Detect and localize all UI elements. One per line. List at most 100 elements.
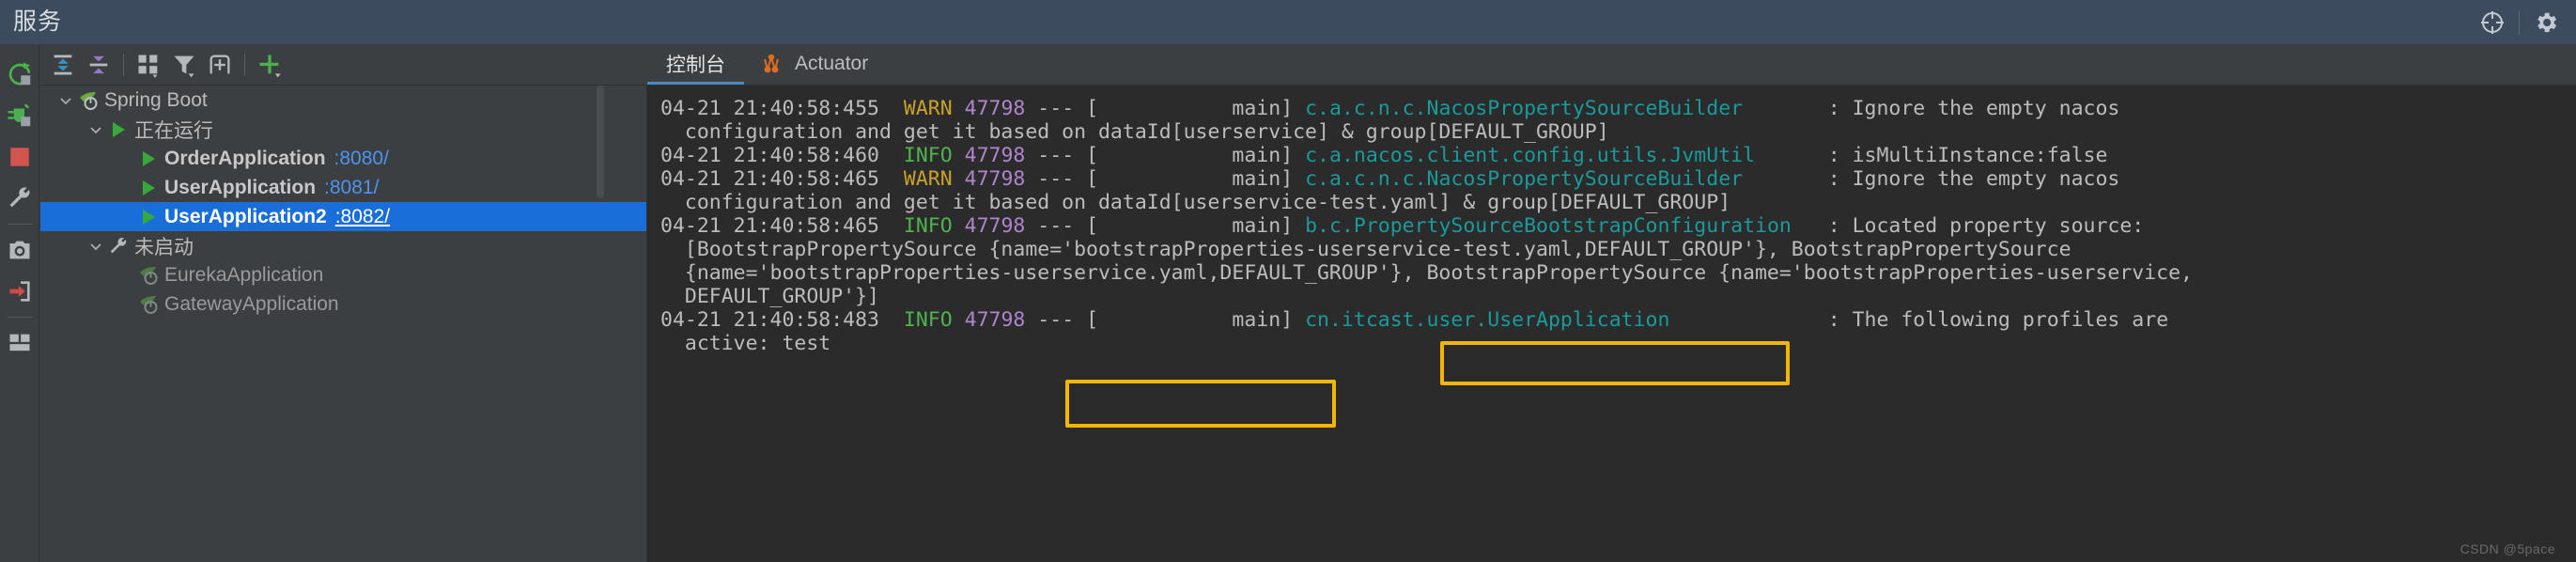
tree-node[interactable]: 未启动 [40, 231, 646, 260]
spring-boot-icon [76, 90, 101, 111]
console-panel: 控制台 Actuator 04-21 21:40:58:455 WARN 4779… [647, 44, 2576, 562]
log-line: 04-21 21:40:58:483 INFO 47798 --- [ main… [660, 308, 2576, 332]
gear-icon[interactable] [2525, 2, 2567, 43]
titlebar-divider [2519, 9, 2520, 35]
rail-divider-1 [7, 224, 32, 225]
log-logger: c.a.c.n.c.NacosPropertySourceBuilder [1305, 97, 1828, 120]
spring-boot-dim-icon [136, 265, 161, 286]
tab-label: 控制台 [666, 55, 725, 76]
log-message: : isMultiInstance:false [1827, 144, 2108, 167]
log-logger: c.a.c.n.c.NacosPropertySourceBuilder [1305, 167, 1828, 191]
rerun-debug-icon[interactable] [1, 95, 39, 136]
rerun-icon[interactable] [1, 54, 39, 95]
tree-node-label: Spring Boot [104, 88, 208, 111]
log-line: {name='bootstrapProperties-userservice.y… [660, 261, 2576, 285]
log-pid: 47798 [964, 144, 1026, 167]
console-scrollbar[interactable] [2565, 86, 2576, 562]
tree-node-label: UserApplication [164, 176, 317, 198]
run-actions-rail [0, 44, 39, 562]
wrench-settings-icon[interactable] [1, 178, 39, 219]
services-tool-window: 服务 Spring Boot 正在运行 OrderApplication:80… [0, 0, 2576, 562]
tree-node[interactable]: GatewayApplication [40, 289, 646, 319]
watermark: CSDN @5pace [2460, 541, 2555, 556]
log-continuation: configuration and get it based on dataId… [660, 120, 1609, 144]
log-timestamp: 04-21 21:40:58:455 [660, 97, 879, 120]
actuator-icon [763, 53, 785, 75]
collapse-all-icon[interactable] [81, 47, 116, 83]
tree-scrollbar[interactable] [597, 86, 604, 198]
log-timestamp: 04-21 21:40:58:465 [660, 214, 879, 238]
log-pid: 47798 [964, 308, 1026, 332]
attach-debugger-icon[interactable] [1, 271, 39, 312]
add-icon[interactable] [252, 47, 287, 83]
services-tree[interactable]: Spring Boot 正在运行 OrderApplication:8080/Use… [40, 86, 647, 562]
title-bar: 服务 [0, 0, 2576, 44]
tree-node-port-link[interactable]: :8081/ [324, 177, 379, 199]
chevron-down-icon[interactable] [85, 119, 106, 140]
spring-boot-dim-icon [136, 294, 161, 315]
log-continuation: configuration and get it based on dataId… [660, 191, 1731, 214]
camera-snapshot-icon[interactable] [1, 229, 39, 271]
log-message: : Ignore the empty nacos [1827, 167, 2120, 191]
log-line: DEFAULT_GROUP'}] [660, 285, 2576, 308]
log-space [879, 144, 904, 167]
tree-node[interactable]: UserApplication :8081/ [40, 173, 646, 202]
log-thread: main] [1098, 214, 1306, 238]
stop-icon[interactable] [1, 136, 39, 178]
log-space [879, 167, 904, 191]
log-continuation: DEFAULT_GROUP'}] [660, 285, 879, 308]
log-level: WARN [903, 167, 953, 191]
log-level: INFO [903, 214, 953, 238]
expand-all-icon[interactable] [45, 47, 81, 83]
log-level: INFO [903, 308, 953, 332]
layout-icon[interactable] [1, 322, 39, 364]
log-line: configuration and get it based on dataId… [660, 120, 2576, 144]
log-line: 04-21 21:40:58:465 INFO 47798 --- [ main… [660, 214, 2576, 238]
log-thread: main] [1098, 167, 1306, 191]
console-log-output[interactable]: 04-21 21:40:58:455 WARN 47798 --- [ main… [647, 86, 2576, 562]
log-line: 04-21 21:40:58:455 WARN 47798 --- [ main… [660, 97, 2576, 120]
log-logger: c.a.nacos.client.config.utils.JvmUtil [1305, 144, 1828, 167]
log-sep: --- [ [1025, 97, 1099, 120]
tree-node-label: 正在运行 [134, 119, 213, 142]
tree-node[interactable]: 正在运行 [40, 115, 646, 144]
add-tab-icon[interactable] [202, 47, 238, 83]
tab-actuator[interactable]: Actuator [744, 43, 887, 85]
log-space [953, 144, 965, 167]
tree-node[interactable]: UserApplication2 :8082/ [40, 202, 646, 231]
toolbar-divider-2 [244, 53, 245, 76]
chevron-down-icon[interactable] [55, 90, 76, 111]
log-message: : Located property source: [1827, 214, 2145, 238]
wrench-icon [106, 236, 131, 257]
group-by-icon[interactable] [131, 47, 166, 83]
log-thread: main] [1098, 144, 1306, 167]
tree-node[interactable]: Spring Boot [40, 86, 646, 115]
log-thread: main] [1098, 308, 1306, 332]
crosshair-target-icon[interactable] [2472, 2, 2513, 43]
tree-node[interactable]: OrderApplication:8080/ [40, 144, 646, 173]
tree-node-port-link[interactable]: :8082/ [335, 206, 390, 228]
log-level: INFO [903, 144, 953, 167]
log-sep: --- [ [1025, 144, 1099, 167]
run-green-icon [136, 148, 161, 169]
tree-node-label: UserApplication2 [164, 205, 327, 227]
log-space [953, 97, 965, 120]
tree-node[interactable]: EurekaApplication [40, 260, 646, 289]
log-continuation: [BootstrapPropertySource {name='bootstra… [660, 238, 2072, 261]
log-space [953, 308, 965, 332]
tab-label: Actuator [795, 53, 869, 74]
log-thread: main] [1098, 97, 1306, 120]
tree-node-port-link[interactable]: :8080/ [334, 148, 389, 170]
log-message: : Ignore the empty nacos [1827, 97, 2120, 120]
log-space [879, 308, 904, 332]
log-timestamp: 04-21 21:40:58:460 [660, 144, 879, 167]
filter-icon[interactable] [166, 47, 202, 83]
log-sep: --- [ [1025, 167, 1099, 191]
rail-divider-2 [7, 317, 32, 318]
run-green-icon [136, 207, 161, 227]
log-sep: --- [ [1025, 308, 1099, 332]
chevron-down-icon[interactable] [85, 236, 106, 257]
tab-console[interactable]: 控制台 [647, 43, 744, 85]
log-space [953, 214, 965, 238]
log-continuation: active: test [660, 332, 831, 355]
